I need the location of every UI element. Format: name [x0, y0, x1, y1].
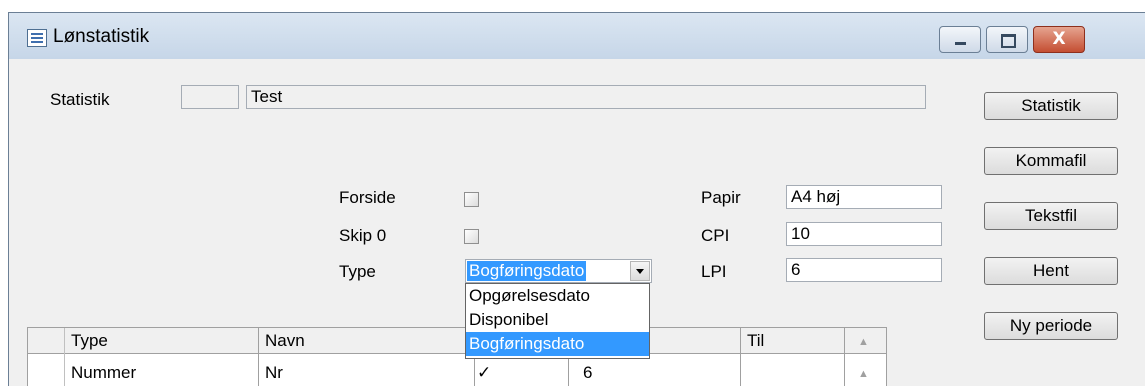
column-header-til[interactable]: Til — [744, 328, 844, 354]
grid-line — [258, 328, 259, 386]
checkmark-icon[interactable]: ✓ — [474, 360, 514, 386]
cpi-label: CPI — [701, 226, 730, 245]
cpi-field[interactable]: 10 — [786, 222, 942, 246]
form-icon — [27, 29, 47, 47]
dropdown-option-bogforingsdato[interactable]: Bogføringsdato — [466, 332, 649, 356]
grid-line — [64, 328, 65, 386]
tekstfil-button[interactable]: Tekstfil — [984, 202, 1118, 230]
title-bar: Lønstatistik X — [9, 13, 1145, 59]
type-label: Type — [339, 262, 376, 281]
window-title: Lønstatistik — [53, 26, 150, 47]
grid-line — [844, 328, 845, 386]
kommafil-button[interactable]: Kommafil — [984, 147, 1118, 175]
papir-label: Papir — [701, 188, 741, 207]
statistik-name-field[interactable]: Test — [246, 85, 926, 109]
statistik-number-field[interactable] — [181, 85, 239, 109]
type-dropdown-list: Opgørelsesdato Disponibel Bogføringsdato — [465, 283, 650, 359]
maximize-icon — [1001, 34, 1016, 48]
forside-checkbox[interactable] — [464, 192, 479, 207]
hent-button[interactable]: Hent — [984, 257, 1118, 285]
maximize-button[interactable] — [986, 26, 1028, 53]
grid-line — [740, 328, 741, 386]
forside-label: Forside — [339, 188, 396, 207]
dropdown-arrow-button[interactable] — [630, 261, 650, 281]
column-header-type[interactable]: Type — [68, 328, 258, 354]
scroll-up-icon[interactable]: ▲ — [858, 336, 869, 348]
dropdown-option-opgorelsesdato[interactable]: Opgørelsesdato — [466, 284, 649, 308]
table-cell-value[interactable]: 6 — [580, 360, 620, 386]
table-cell-type[interactable]: Nummer — [68, 360, 258, 386]
type-select-value: Bogføringsdato — [467, 261, 587, 281]
ny-periode-button[interactable]: Ny periode — [984, 312, 1118, 340]
main-window: Lønstatistik X Statistik Test Forside Sk… — [8, 12, 1145, 386]
lpi-field[interactable]: 6 — [786, 258, 942, 282]
skip0-checkbox[interactable] — [464, 229, 479, 244]
skip0-label: Skip 0 — [339, 226, 387, 245]
close-button[interactable]: X — [1033, 26, 1085, 53]
minimize-icon — [955, 42, 966, 45]
dropdown-option-disponibel[interactable]: Disponibel — [466, 308, 649, 332]
papir-field[interactable]: A4 høj — [786, 185, 942, 209]
statistik-button[interactable]: Statistik — [984, 92, 1118, 120]
statistik-table: Type Navn Til ▲ Nummer Nr ✓ 6 ▲ — [27, 327, 887, 386]
type-select[interactable]: Bogføringsdato — [465, 259, 652, 283]
chevron-down-icon — [636, 269, 644, 274]
lpi-label: LPI — [701, 262, 727, 281]
minimize-button[interactable] — [939, 26, 981, 53]
table-cell-navn[interactable]: Nr — [262, 360, 462, 386]
scroll-up-icon[interactable]: ▲ — [858, 368, 869, 380]
column-header-navn[interactable]: Navn — [262, 328, 462, 354]
statistik-label: Statistik — [50, 90, 110, 109]
